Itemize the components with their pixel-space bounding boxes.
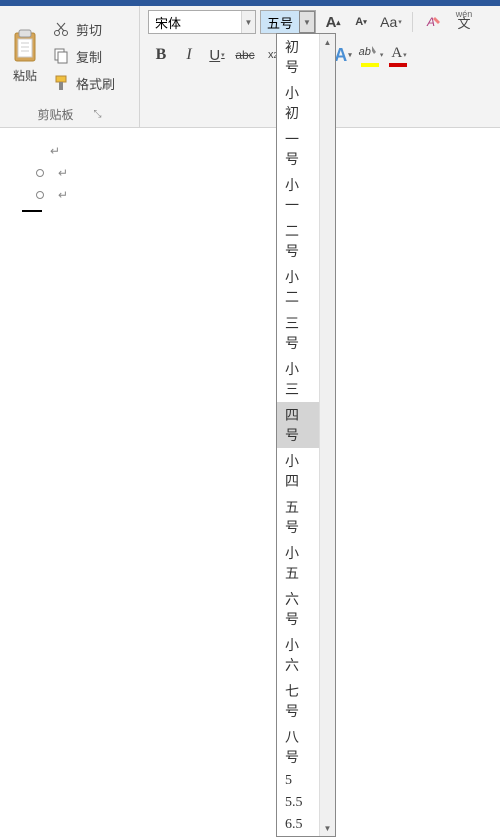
ribbon: 粘贴 剪切 复制 格式刷 剪贴板 ⤡ — [0, 6, 500, 128]
shrink-font-button[interactable]: A▾ — [348, 10, 374, 34]
clipboard-group-label: 剪贴板 ⤡ — [4, 104, 135, 125]
scroll-down-icon[interactable]: ▼ — [320, 820, 335, 836]
font-size-option[interactable]: 一号 — [277, 126, 319, 172]
font-size-option[interactable]: 小一 — [277, 172, 319, 218]
cut-label: 剪切 — [76, 20, 102, 39]
font-size-option[interactable]: 三号 — [277, 310, 319, 356]
paragraph-mark-icon: ↵ — [58, 188, 68, 202]
font-size-option[interactable]: 二号 — [277, 218, 319, 264]
font-size-option[interactable]: 六号 — [277, 586, 319, 632]
clipboard-group: 粘贴 剪切 复制 格式刷 剪贴板 ⤡ — [0, 6, 140, 127]
paste-icon — [9, 29, 41, 65]
format-painter-button[interactable]: 格式刷 — [52, 72, 135, 95]
scroll-up-icon[interactable]: ▲ — [320, 34, 335, 50]
font-size-option[interactable]: 小六 — [277, 632, 319, 678]
font-size-combo[interactable]: ▼ — [260, 10, 316, 34]
font-size-option[interactable]: 小三 — [277, 356, 319, 402]
paragraph-mark-icon: ↵ — [58, 166, 68, 180]
paragraph-line: ↵ — [20, 144, 480, 158]
font-size-option[interactable]: 5.5 — [277, 792, 319, 814]
font-size-option[interactable]: 小四 — [277, 448, 319, 494]
highlight-button[interactable]: ab▾ — [358, 42, 384, 68]
scrollbar[interactable]: ▲ ▼ — [319, 34, 335, 836]
dialog-launcher-icon[interactable]: ⤡ — [94, 109, 102, 120]
font-size-dropdown: 初号小初一号小一二号小二三号小三四号小四五号小五六号小六七号八号55.56.5 … — [276, 33, 336, 837]
brush-icon — [52, 74, 70, 92]
font-size-list: 初号小初一号小一二号小二三号小三四号小四五号小五六号小六七号八号55.56.5 — [277, 34, 319, 836]
text-cursor — [22, 210, 42, 212]
font-size-option[interactable]: 5 — [277, 770, 319, 792]
phonetic-guide-button[interactable]: wén 文 — [451, 10, 477, 34]
font-color-button[interactable]: A▾ — [386, 42, 412, 68]
list-item: ↵ — [20, 166, 480, 180]
bullet-icon — [36, 191, 44, 199]
copy-icon — [52, 47, 70, 65]
font-size-option[interactable]: 小五 — [277, 540, 319, 586]
document-area[interactable]: ↵ ↵ ↵ — [0, 128, 500, 228]
font-size-option[interactable]: 初号 — [277, 34, 319, 80]
font-size-dropdown-icon[interactable]: ▼ — [299, 11, 315, 33]
font-size-option[interactable]: 6.5 — [277, 814, 319, 836]
italic-button[interactable]: I — [176, 42, 202, 68]
font-name-input[interactable] — [149, 11, 241, 33]
font-name-combo[interactable]: ▼ — [148, 10, 256, 34]
svg-text:A: A — [426, 15, 435, 29]
bold-button[interactable]: B — [148, 42, 174, 68]
format-painter-label: 格式刷 — [76, 74, 115, 93]
font-size-option[interactable]: 小初 — [277, 80, 319, 126]
font-size-input[interactable] — [261, 11, 299, 33]
scissors-icon — [52, 20, 70, 38]
font-size-option[interactable]: 八号 — [277, 724, 319, 770]
paragraph-mark-icon: ↵ — [50, 144, 60, 158]
font-name-dropdown-icon[interactable]: ▼ — [241, 11, 255, 33]
copy-button[interactable]: 复制 — [52, 45, 135, 68]
font-size-option[interactable]: 四号 — [277, 402, 319, 448]
font-size-option[interactable]: 小二 — [277, 264, 319, 310]
underline-button[interactable]: U▾ — [204, 42, 230, 68]
cut-button[interactable]: 剪切 — [52, 18, 135, 41]
strikethrough-button[interactable]: abc — [232, 42, 258, 68]
paste-label: 粘贴 — [13, 67, 37, 84]
copy-label: 复制 — [76, 47, 102, 66]
bullet-icon — [36, 169, 44, 177]
grow-font-button[interactable]: A▴ — [320, 10, 346, 34]
font-size-option[interactable]: 五号 — [277, 494, 319, 540]
change-case-button[interactable]: Aa▾ — [378, 10, 404, 34]
paste-button[interactable]: 粘贴 — [4, 8, 46, 104]
clear-format-button[interactable]: A — [421, 10, 447, 34]
separator — [412, 12, 413, 32]
list-item: ↵ — [20, 188, 480, 202]
ruby-text: wén — [456, 9, 473, 19]
font-size-option[interactable]: 七号 — [277, 678, 319, 724]
